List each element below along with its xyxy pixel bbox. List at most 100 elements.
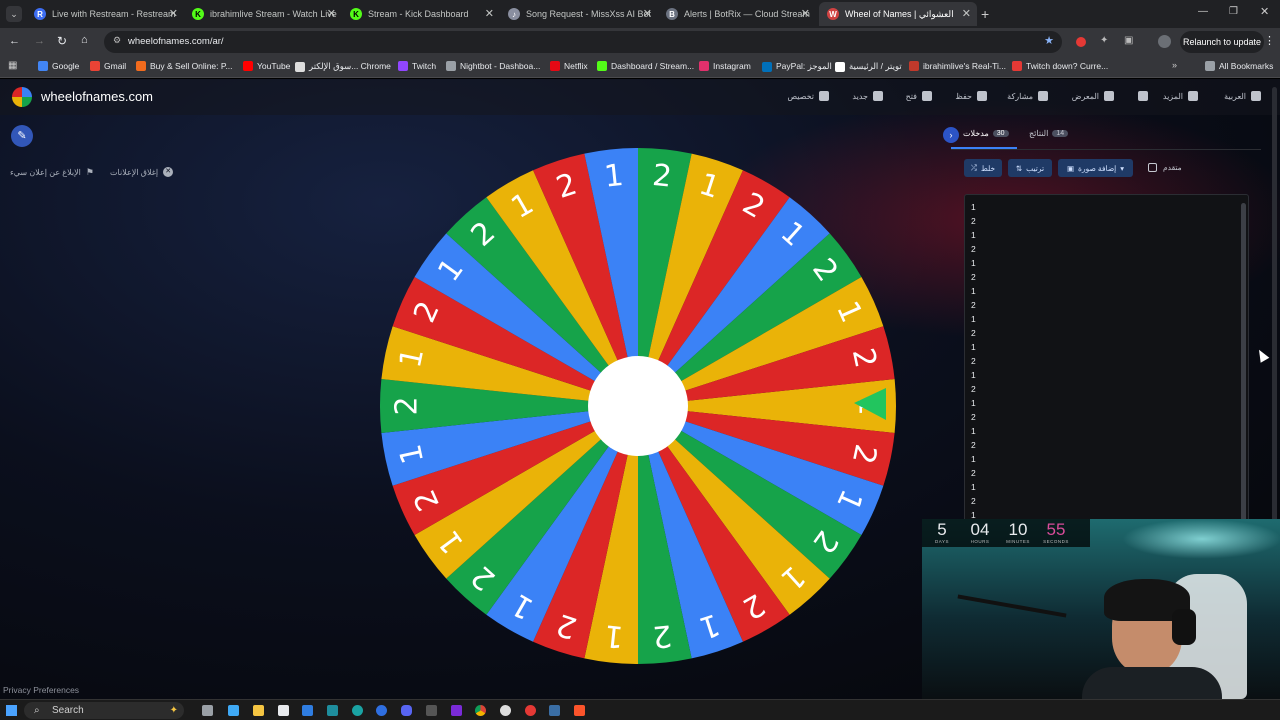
browser-tab[interactable]: W Wheel of Names | العشوائي ✕ <box>819 2 977 26</box>
browser-tab[interactable]: Kibrahimlive Stream - Watch Live ✕ <box>184 2 342 26</box>
extension-red-icon[interactable] <box>1076 37 1086 47</box>
entry-line: 1 <box>971 258 976 268</box>
chrome-icon[interactable] <box>475 705 486 716</box>
browser-tab[interactable]: K Stream - Kick Dashboard ✕ <box>342 2 500 26</box>
bookmark-item[interactable]: Buy & Sell Online: P... <box>136 61 233 71</box>
profile-avatar[interactable] <box>1158 35 1171 48</box>
tab-results[interactable]: النتائج 14 <box>1029 129 1069 138</box>
task-view-icon[interactable] <box>202 705 213 716</box>
close-ads-link[interactable]: إغلاق الإعلانات ✕ <box>110 167 174 177</box>
bookmark-item[interactable]: ibrahimlive's Real-Ti... <box>909 61 1006 71</box>
advanced-checkbox[interactable] <box>1148 163 1157 172</box>
nav-globe[interactable]: العربية <box>1224 91 1261 101</box>
bookmark-item[interactable]: Netflix <box>550 61 588 71</box>
extensions-puzzle-icon[interactable]: ▣ <box>1124 35 1133 46</box>
all-bookmarks-link[interactable]: All Bookmarks <box>1205 61 1273 71</box>
wheel-of-names[interactable]: 121212121212121212121212121212 <box>380 148 900 668</box>
discord-icon[interactable] <box>401 705 412 716</box>
bookmark-item[interactable]: Twitch down? Curre... <box>1012 61 1108 71</box>
copilot-icon[interactable] <box>228 705 239 716</box>
nav-save[interactable]: حفظ <box>955 91 987 101</box>
forward-icon[interactable]: → <box>34 35 45 47</box>
bookmark-item[interactable]: Instagram <box>699 61 751 71</box>
shuffle-button[interactable]: ⤮ خلط <box>964 159 1002 177</box>
tab-search-button[interactable]: ⌄ <box>6 6 22 22</box>
nav-folder-open[interactable]: فتح <box>906 91 932 101</box>
close-tab-icon[interactable]: ✕ <box>169 7 178 20</box>
browser-tab[interactable]: ♪ Song Request - MissXss AI Bot ✕ <box>500 2 658 26</box>
wheel-center-hub[interactable] <box>588 356 688 456</box>
site-logo[interactable]: wheelofnames.com <box>41 89 153 104</box>
bookmark-item[interactable]: Dashboard / Stream... <box>597 61 694 71</box>
chrome-menu-icon[interactable]: ⋮ <box>1264 34 1275 47</box>
pin-app-icon[interactable] <box>525 705 536 716</box>
bookmark-item[interactable]: PayPal: الموجز <box>762 61 832 72</box>
close-window-button[interactable]: ✕ <box>1260 5 1269 18</box>
privacy-preferences-link[interactable]: Privacy Preferences <box>3 685 79 695</box>
obs-icon[interactable] <box>500 705 511 716</box>
collapse-panel-button[interactable]: › <box>943 127 959 143</box>
bookmark-item[interactable]: Google <box>38 61 79 71</box>
sort-button[interactable]: ⇅ ترتيب <box>1008 159 1052 177</box>
tab-entries[interactable]: مدخلات 30 <box>963 129 1009 138</box>
entry-line: 2 <box>971 440 976 450</box>
add-image-button[interactable]: ▣ إضافة صورة ▾ <box>1058 159 1133 177</box>
bookmark-item[interactable]: YouTube <box>243 61 290 71</box>
site-info-icon[interactable]: ⚙ <box>113 35 121 46</box>
file-explorer-icon[interactable] <box>253 705 264 716</box>
extension-icon[interactable]: ✦ <box>1100 35 1108 46</box>
browser-tab[interactable]: R Live with Restream - Restream ✕ <box>26 2 184 26</box>
minimize-button[interactable]: — <box>1198 6 1208 17</box>
edge-beta-icon[interactable] <box>376 705 387 716</box>
more-bookmarks-icon[interactable]: » <box>1172 60 1177 70</box>
entry-line: 2 <box>971 300 976 310</box>
close-tab-icon[interactable]: ✕ <box>643 7 652 20</box>
report-ad-link[interactable]: الإبلاغ عن إعلان سيء ⚑ <box>10 167 94 178</box>
entries-textarea[interactable]: 12121212121212121212121 <box>964 194 1249 524</box>
apps-grid-icon[interactable]: ▦ <box>8 60 17 71</box>
nav-fullscreen[interactable] <box>1133 91 1148 101</box>
photos-icon[interactable] <box>278 705 289 716</box>
relaunch-to-update-button[interactable]: Relaunch to update <box>1180 31 1264 53</box>
shuffle-icon: ⤮ <box>970 163 977 172</box>
app-icon[interactable] <box>426 705 437 716</box>
bookmark-item[interactable]: Twitch <box>398 61 436 71</box>
nav-share[interactable]: مشاركة <box>1007 91 1048 101</box>
close-tab-icon[interactable]: ✕ <box>485 7 494 20</box>
restore-button[interactable]: ❐ <box>1229 6 1238 17</box>
close-tab-icon[interactable]: ✕ <box>801 7 810 20</box>
bookmark-item[interactable]: سوق الإلكتر... Chrome <box>295 61 391 72</box>
nav-new-file[interactable]: جديد <box>852 91 883 101</box>
advanced-checkbox-row[interactable]: متقدم <box>1148 163 1182 172</box>
bookmark-item[interactable]: Gmail <box>90 61 126 71</box>
entry-line: 2 <box>971 272 976 282</box>
close-tab-icon[interactable]: ✕ <box>327 7 336 20</box>
obs-app-icon[interactable] <box>451 705 462 716</box>
address-bar[interactable]: ⚙ wheelofnames.com/ar/ ★ <box>104 31 1062 53</box>
entries-tab-label: مدخلات <box>963 129 989 138</box>
ms-store-icon[interactable] <box>302 705 313 716</box>
close-tab-icon[interactable]: ✕ <box>962 7 971 20</box>
nav-search[interactable]: المعرض <box>1072 91 1114 101</box>
bookmark-item[interactable]: تويتر / الرئيسية <box>835 61 902 72</box>
back-icon[interactable]: ← <box>9 35 20 47</box>
browser-tab[interactable]: B Alerts | BotRix — Cloud Stream ✕ <box>658 2 816 26</box>
brave-icon[interactable] <box>574 705 585 716</box>
windows-start-icon[interactable] <box>6 705 17 716</box>
bookmark-star-icon[interactable]: ★ <box>1044 34 1054 47</box>
bookmark-item[interactable]: Nightbot - Dashboa... <box>446 61 540 71</box>
reload-icon[interactable]: ↻ <box>57 34 67 48</box>
wheel-logo-icon[interactable] <box>12 87 32 107</box>
home-icon[interactable]: ⌂ <box>81 34 88 46</box>
steam-icon[interactable] <box>549 705 560 716</box>
entries-scrollbar[interactable] <box>1241 203 1246 523</box>
nav-chevron-down[interactable]: المزيد <box>1163 91 1198 101</box>
taskbar-search[interactable]: ⌕ Search ✦ <box>24 702 184 719</box>
bookmark-label: YouTube <box>257 61 291 71</box>
new-tab-button[interactable]: + <box>981 6 989 22</box>
nav-palette[interactable]: تخصيص <box>787 91 829 101</box>
edge-dev-icon[interactable] <box>327 705 338 716</box>
entry-line: 1 <box>971 398 976 408</box>
edit-pencil-button[interactable]: ✎ <box>11 125 33 147</box>
edge-icon[interactable] <box>352 705 363 716</box>
